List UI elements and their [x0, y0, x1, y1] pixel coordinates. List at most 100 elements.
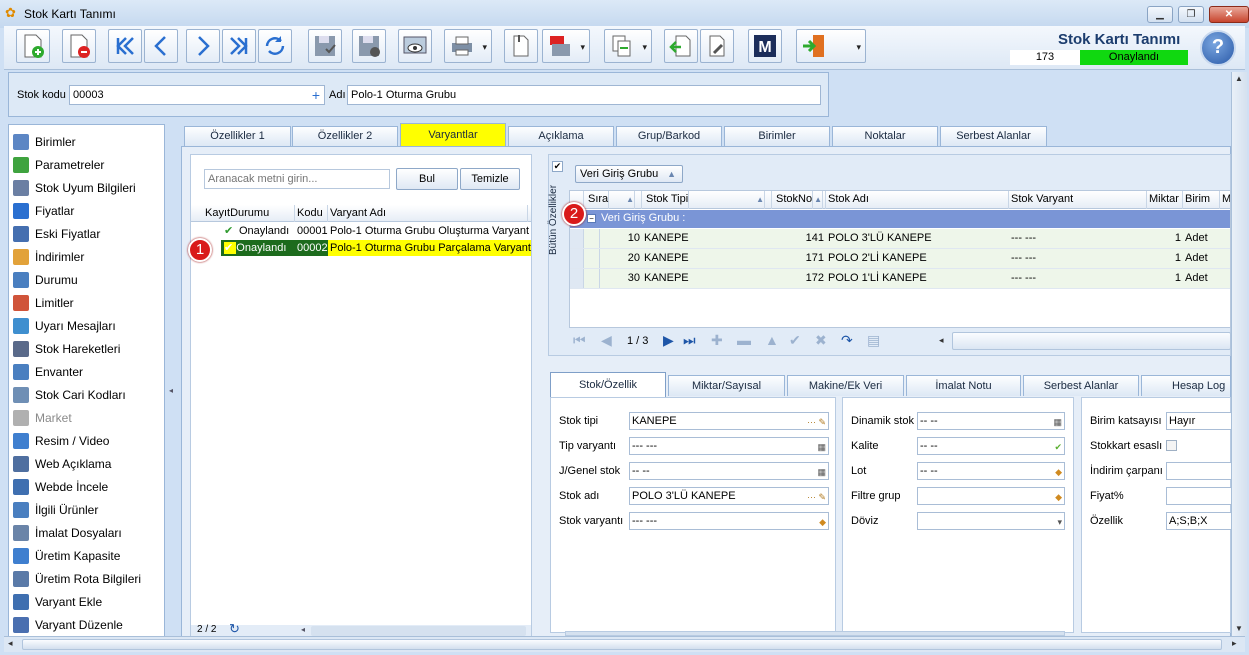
last-icon[interactable]: ⏭ — [683, 332, 696, 349]
col-stok-tipi[interactable]: Stok Tipi ▲ — [642, 191, 772, 209]
up-icon[interactable]: ▲ — [765, 332, 779, 348]
row-indicator[interactable] — [570, 269, 584, 288]
col-kodu[interactable]: Kodu — [295, 205, 328, 222]
variant-row-selected[interactable]: ✔ Onaylandı 00002 Polo-1 Oturma Grubu Pa… — [191, 240, 531, 257]
barcode-icon[interactable]: ▦ — [817, 464, 826, 479]
add-icon[interactable]: ✚ — [711, 332, 723, 349]
maximize-button[interactable]: ❐ — [1178, 6, 1204, 23]
detail-row[interactable]: 30 KANEPE 172 POLO 1'Lİ KANEPE --- --- 1 Adet — [570, 269, 1230, 289]
delete-record-button[interactable] — [62, 29, 96, 63]
first-icon[interactable]: ⏮ — [573, 332, 586, 349]
col-stokno[interactable]: StokNo ▲ — [772, 191, 826, 209]
sidebar-item[interactable]: Webde İncele — [13, 476, 108, 498]
next-record-button[interactable] — [186, 29, 220, 63]
chevron-down-icon[interactable]: ▾ — [1057, 514, 1062, 529]
exit-button[interactable] — [796, 29, 866, 63]
clear-button[interactable]: Temizle — [460, 168, 520, 190]
sidebar-item[interactable]: Eski Fiyatlar — [13, 223, 100, 245]
col-miktar[interactable]: Miktar — [1147, 191, 1183, 209]
m-button[interactable]: M — [748, 29, 782, 63]
copy-button[interactable] — [604, 29, 652, 63]
field-input[interactable] — [1166, 487, 1232, 505]
preview-button[interactable] — [398, 29, 432, 63]
all-properties-label[interactable]: Bütün Özellikler — [548, 170, 564, 270]
eraser-icon[interactable]: ◆ — [819, 514, 826, 529]
search-input[interactable] — [204, 169, 390, 189]
scroll-left-icon[interactable]: ◂ — [8, 638, 13, 649]
help-button[interactable]: ? — [1200, 30, 1236, 66]
col-stok-adi[interactable]: Stok Adı — [826, 191, 1009, 209]
sidebar-item[interactable]: Üretim Kapasite — [13, 545, 120, 567]
redo-icon[interactable]: ↷ — [841, 332, 853, 349]
sidebar-item[interactable]: Uyarı Mesajları — [13, 315, 116, 337]
find-button[interactable]: Bul — [396, 168, 458, 190]
field-input[interactable]: --- --- ◆ — [629, 512, 829, 530]
detail-hscrollbar[interactable] — [952, 332, 1231, 350]
sidebar-item[interactable]: Envanter — [13, 361, 83, 383]
tab-ozellikler-1[interactable]: Özellikler 1 — [184, 126, 291, 146]
sidebar-item[interactable]: Market — [13, 407, 72, 429]
prev-icon[interactable]: ◀ — [601, 332, 612, 349]
scroll-down-icon[interactable]: ▼ — [1235, 624, 1243, 633]
print-button[interactable] — [444, 29, 492, 63]
barcode-icon[interactable]: ▦ — [1053, 414, 1062, 429]
eraser-icon[interactable]: ◆ — [1055, 489, 1062, 504]
sidebar-item[interactable]: Web Açıklama — [13, 453, 111, 475]
refresh-button[interactable] — [258, 29, 292, 63]
col-kayitdurumu[interactable]: KayıtDurumu — [203, 205, 295, 222]
scroll-left-icon[interactable]: ◂ — [939, 335, 944, 346]
tab-serbest-alanlar[interactable]: Serbest Alanlar — [940, 126, 1047, 146]
tab-imalat-notu[interactable]: İmalat Notu — [906, 375, 1021, 396]
sidebar-item[interactable]: Fiyatlar — [13, 200, 74, 222]
field-input[interactable]: -- -- ▦ — [629, 462, 829, 480]
window-vscrollbar[interactable]: ▲ ▼ — [1231, 72, 1247, 636]
field-input[interactable]: POLO 3'LÜ KANEPE ··· ✎ — [629, 487, 829, 505]
first-record-button[interactable] — [108, 29, 142, 63]
field-input[interactable]: KANEPE ··· ✎ — [629, 412, 829, 430]
variant-row[interactable]: ✔ Onaylandı 00001 Polo-1 Oturma Grubu Ol… — [191, 223, 531, 240]
sidebar-item[interactable]: Parametreler — [13, 154, 104, 176]
sidebar-item[interactable]: İlgili Ürünler — [13, 499, 98, 521]
import-button[interactable] — [664, 29, 698, 63]
stokkart-esasli-checkbox[interactable] — [1166, 440, 1177, 451]
collapse-icon[interactable]: − — [587, 214, 596, 223]
tab-serbest-alanlar-bottom[interactable]: Serbest Alanlar — [1023, 375, 1139, 396]
minus-icon[interactable]: ▬ — [737, 332, 751, 348]
group-by-button[interactable]: Veri Giriş Grubu ▲ — [575, 165, 683, 183]
detail-row[interactable]: 20 KANEPE 171 POLO 2'Lİ KANEPE --- --- 1 Adet — [570, 249, 1230, 269]
confirm-icon[interactable]: ✔ — [789, 332, 801, 349]
field-input[interactable]: -- -- ◆ — [917, 462, 1065, 480]
tools-button[interactable] — [700, 29, 734, 63]
close-button[interactable]: ✕ — [1209, 6, 1249, 23]
sidebar-item[interactable]: İmalat Dosyaları — [13, 522, 122, 544]
field-input[interactable]: ◆ — [917, 487, 1065, 505]
row-indicator[interactable] — [570, 229, 584, 248]
variants-hscrollbar[interactable] — [311, 626, 526, 636]
sidebar-item[interactable]: Durumu — [13, 269, 78, 291]
sidebar-splitter[interactable]: ◂ — [166, 124, 178, 644]
tab-noktalar[interactable]: Noktalar — [832, 126, 938, 146]
attach-button[interactable] — [504, 29, 538, 63]
detail-row[interactable]: 10 KANEPE 141 POLO 3'LÜ KANEPE --- --- 1 Adet — [570, 229, 1230, 249]
sidebar-item[interactable]: Stok Hareketleri — [13, 338, 120, 360]
scroll-left-icon[interactable]: ◂ — [301, 625, 305, 634]
new-record-button[interactable] — [16, 29, 50, 63]
barcode-icon[interactable]: ▦ — [817, 439, 826, 454]
tab-birimler[interactable]: Birimler — [724, 126, 830, 146]
tab-makine-ek-veri[interactable]: Makine/Ek Veri — [787, 375, 904, 396]
tab-hesap-log[interactable]: Hesap Log — [1141, 375, 1231, 396]
col-stok-varyant[interactable]: Stok Varyant — [1009, 191, 1147, 209]
next-icon[interactable]: ▶ — [663, 332, 674, 349]
sidebar-item[interactable]: Limitler — [13, 292, 74, 314]
sidebar-item[interactable]: Üretim Rota Bilgileri — [13, 568, 141, 590]
tab-ozellikler-2[interactable]: Özellikler 2 — [292, 126, 398, 146]
field-input[interactable]: A;S;B;X — [1166, 512, 1232, 530]
minimize-button[interactable]: ▁ — [1147, 6, 1173, 23]
field-input[interactable]: -- -- ✔ — [917, 437, 1065, 455]
window-hscrollbar[interactable]: ◂ ▸ — [4, 636, 1245, 652]
row-indicator[interactable] — [570, 249, 584, 268]
cancel-icon[interactable]: ✖ — [815, 332, 827, 349]
col-sira[interactable]: Sıra ▲ — [584, 191, 642, 209]
plus-icon[interactable]: + — [312, 86, 320, 104]
sidebar-item[interactable]: Varyant Düzenle — [13, 614, 123, 636]
